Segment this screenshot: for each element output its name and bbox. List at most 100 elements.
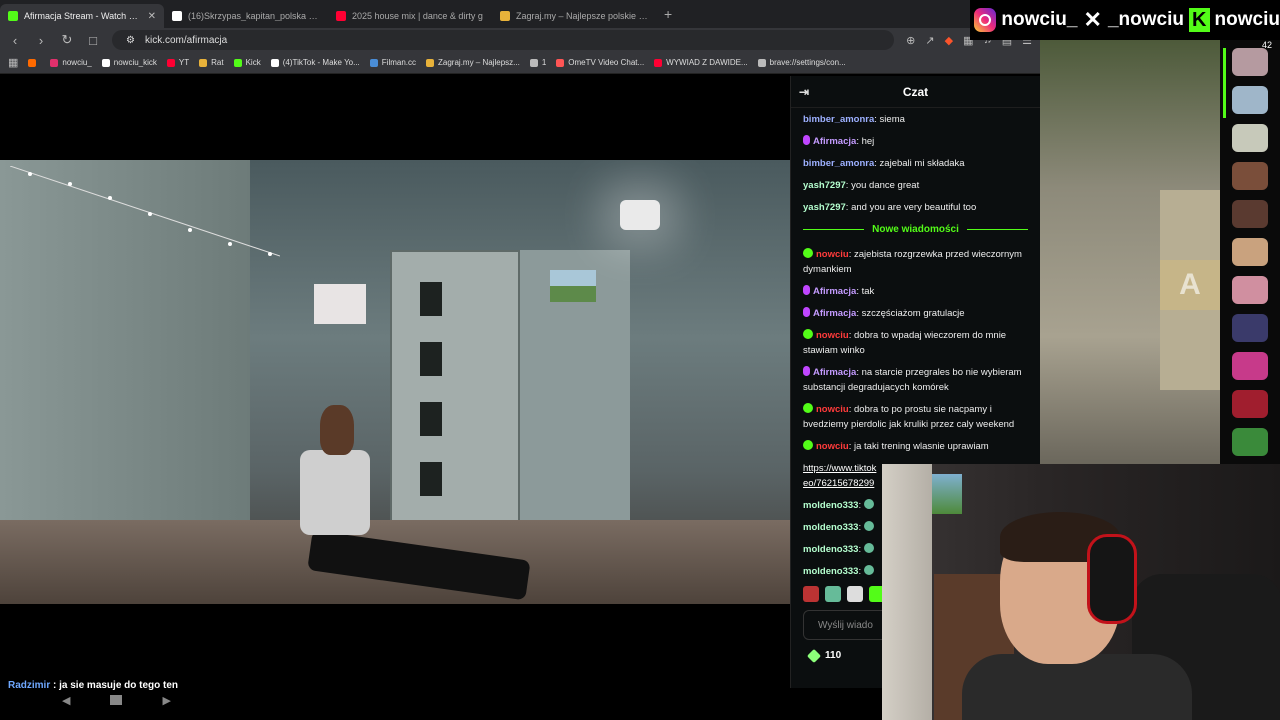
bookmark-item[interactable]: Rat (199, 58, 224, 67)
bookmark-favicon-icon (50, 58, 59, 67)
bookmark-favicon-icon (28, 58, 37, 67)
avatar[interactable] (1232, 390, 1268, 418)
site-info-icon[interactable]: ⚙ (126, 35, 135, 46)
string-lights (10, 166, 280, 257)
chat-message: nowciu: ja taki trening wlasnie uprawiam (803, 439, 1028, 454)
game-capture: A (1040, 40, 1220, 464)
screen: Afirmacja Stream - Watch Live ✕ (16)Skrzyp… (0, 0, 1280, 720)
chat-username[interactable]: nowciu (816, 249, 849, 260)
apps-icon[interactable]: ▦ (8, 56, 18, 69)
chat-username[interactable]: moldeno333 (803, 500, 858, 511)
bookmark-item[interactable]: nowciu_kick (101, 58, 157, 67)
chat-username[interactable]: bimber_amonra (803, 114, 874, 125)
chat-username[interactable]: nowciu (816, 404, 849, 415)
bookmark-item[interactable]: nowciu_ (50, 58, 92, 67)
chat-link[interactable]: https://www.tiktok (803, 463, 876, 474)
video-chat-overlay: Radzimir : ja sie masuje do tego ten (8, 680, 178, 691)
bookmark-item[interactable]: brave://settings/con... (757, 58, 846, 67)
url-field[interactable]: ⚙ kick.com/afirmacja (112, 30, 895, 50)
bookmark-favicon-icon (556, 58, 565, 67)
chat-username[interactable]: nowciu (816, 441, 849, 452)
bookmark-favicon-icon (369, 58, 378, 67)
avatar[interactable] (1232, 162, 1268, 190)
bookmark-item[interactable]: YT (166, 58, 190, 67)
chat-username[interactable]: moldeno333 (803, 522, 858, 533)
emote-icon (863, 521, 874, 531)
chat-username[interactable]: yash7297 (803, 202, 846, 213)
chat-username[interactable]: moldeno333 (803, 544, 858, 555)
avatar[interactable] (1232, 238, 1268, 266)
new-tab-icon[interactable]: + (656, 6, 680, 22)
bookmark-favicon-icon (270, 58, 279, 67)
video-player[interactable]: Radzimir : ja sie masuje do tego ten ◀ ▶ (0, 76, 790, 707)
chat-text: : (858, 522, 862, 533)
streamer-figure (270, 405, 550, 604)
chat-username[interactable]: Afirmacja (813, 308, 856, 319)
wall-poster (314, 284, 366, 324)
points-icon[interactable] (806, 648, 822, 663)
chat-message: bimber_amonra: siema (803, 112, 1028, 127)
bookmark-item[interactable]: 1 (529, 58, 546, 67)
bookmark-item[interactable] (28, 58, 40, 67)
collapse-chat-icon[interactable]: ⇥ (799, 85, 809, 99)
bookmark-favicon-icon (654, 58, 663, 67)
bookmark-favicon-icon (529, 58, 538, 67)
tab-0[interactable]: Afirmacja Stream - Watch Live ✕ (0, 4, 164, 28)
chat-username[interactable]: Afirmacja (813, 367, 856, 378)
tab-1[interactable]: (16)Skrzypas_kapitan_polska (@skrzy (164, 4, 328, 28)
bookmark-item[interactable]: Kick (233, 58, 261, 67)
verified-badge-icon (803, 329, 813, 339)
chat-link-cont[interactable]: eo/76215678299 (803, 478, 874, 489)
avatar[interactable] (1232, 314, 1268, 342)
bookmark-label: WYWIAD Z DAWIDE... (666, 58, 748, 67)
avatar[interactable] (1232, 48, 1268, 76)
bookmark-label: nowciu_kick (113, 58, 157, 67)
tab-favicon-icon (8, 11, 18, 21)
tab-2[interactable]: 2025 house mix | dance & dirty g (328, 4, 492, 28)
verified-badge-icon (803, 403, 813, 413)
bookmark-item[interactable]: (4)TikTok - Make Yo... (270, 58, 360, 67)
discord-sidebar: 42 (1220, 40, 1280, 464)
brave-shield-icon[interactable]: ◆ (945, 34, 953, 47)
chat-username[interactable]: bimber_amonra (803, 158, 874, 169)
bookmark-icon[interactable]: □ (86, 33, 100, 48)
chat-message: Afirmacja: tak (803, 284, 1028, 299)
emote[interactable] (803, 586, 819, 602)
seek-back-icon[interactable]: ◀ (62, 694, 70, 707)
emote[interactable] (847, 586, 863, 602)
avatar[interactable] (1232, 428, 1268, 456)
share-icon[interactable]: ↗ (925, 34, 934, 47)
avatar[interactable] (1232, 352, 1268, 380)
reload-icon[interactable]: ↻ (60, 32, 74, 48)
forward-icon[interactable]: › (34, 33, 48, 48)
bookmark-label: YT (178, 58, 190, 67)
close-tab-icon[interactable]: ✕ (148, 11, 156, 22)
avatar[interactable] (1232, 276, 1268, 304)
chat-username[interactable]: moldeno333 (803, 566, 858, 577)
bookmark-item[interactable]: Zagraj.my – Najlepsz... (426, 58, 520, 67)
bookmark-item[interactable]: Filman.cc (369, 58, 416, 67)
seek-forward-icon[interactable]: ▶ (162, 694, 170, 707)
kick-handle: nowciu (1214, 9, 1280, 30)
avatar[interactable] (1232, 200, 1268, 228)
chat-message: yash7297: and you are very beautiful too (803, 200, 1028, 215)
bookmark-item[interactable]: WYWIAD Z DAWIDE... (654, 58, 748, 67)
back-icon[interactable]: ‹ (8, 33, 22, 48)
avatar[interactable] (1232, 86, 1268, 114)
tab-3[interactable]: Zagraj.my – Najlepsze polskie quizy o (492, 4, 656, 28)
game-sign: A (1160, 260, 1220, 310)
bookmark-favicon-icon (199, 58, 208, 67)
seek-thumb[interactable] (110, 695, 123, 705)
avatar[interactable] (1232, 124, 1268, 152)
chat-username[interactable]: nowciu (816, 330, 849, 341)
chat-username[interactable]: Afirmacja (813, 286, 856, 297)
chat-username[interactable]: Afirmacja (813, 136, 856, 147)
instagram-icon (974, 8, 997, 32)
emote[interactable] (825, 586, 841, 602)
zoom-icon[interactable]: ⊕ (906, 34, 915, 47)
stream-video[interactable] (0, 160, 790, 604)
bookmark-item[interactable]: OmeTV Video Chat... (556, 58, 644, 67)
chat-username[interactable]: yash7297 (803, 180, 846, 191)
x-handle: _nowciu (1107, 9, 1184, 30)
chat-message: Afirmacja: hej (803, 134, 1028, 149)
